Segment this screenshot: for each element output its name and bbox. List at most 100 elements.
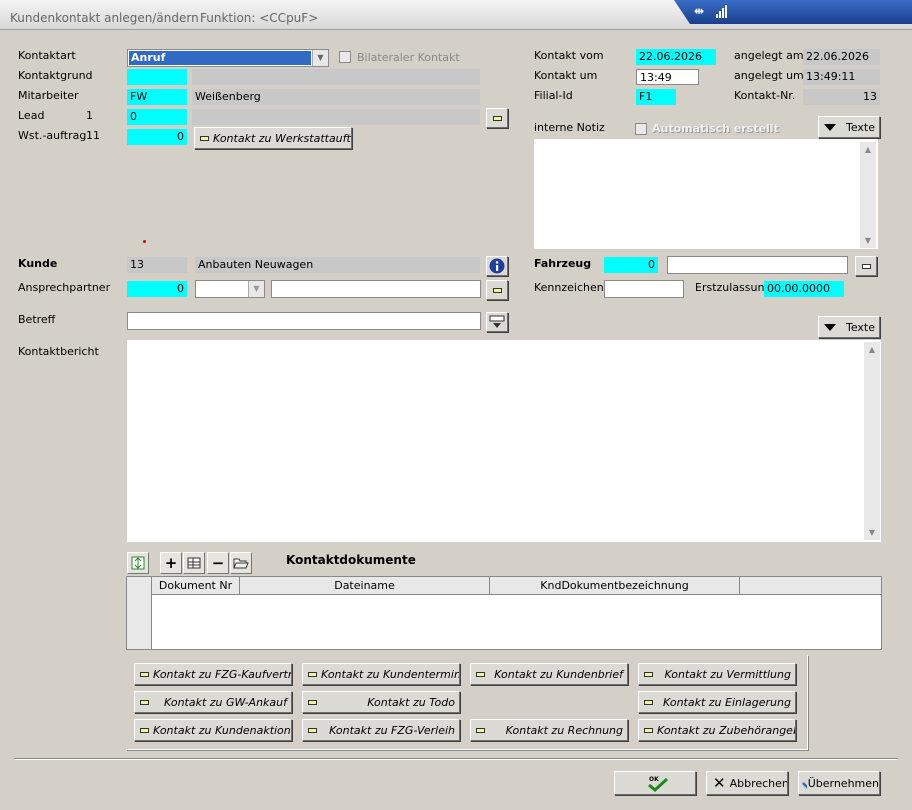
grid-icon [187, 557, 201, 569]
kunde-info-button[interactable] [486, 256, 508, 276]
remove-document-button[interactable]: − [207, 552, 229, 574]
minus-icon [140, 727, 149, 733]
ansprechpartner-label: Ansprechpartner [18, 281, 111, 294]
grid-row-indicator-column [127, 577, 152, 649]
uebernehmen-button[interactable]: Übernehmen [798, 771, 880, 795]
refresh-button[interactable] [127, 552, 149, 574]
kontakt-rechnung-button[interactable]: Kontakt zu Rechnung [470, 719, 628, 741]
bericht-texte-button[interactable]: Texte [818, 316, 880, 338]
interne-notiz-textarea[interactable] [534, 139, 878, 249]
minus-icon [308, 727, 317, 733]
kontaktbericht-textarea[interactable] [127, 340, 881, 542]
angelegt-am-label: angelegt am [734, 49, 804, 62]
kontaktgrund-code-input[interactable] [127, 69, 187, 85]
fahrzeug-input[interactable]: 0 [604, 257, 658, 273]
bilateral-label: Bilateraler Kontakt [357, 51, 460, 64]
bericht-texte-label: Texte [846, 320, 876, 334]
kontaktart-value: Anruf [129, 51, 311, 65]
scroll-up-icon[interactable]: ▲ [865, 145, 871, 154]
notiz-texte-button[interactable]: Texte [818, 116, 880, 138]
automatisch-checkbox[interactable] [635, 123, 647, 135]
scroll-down-icon[interactable]: ▼ [869, 528, 875, 537]
kontakt-kundenbrief-button[interactable]: Kontakt zu Kundenbrief [470, 663, 628, 685]
kontakt-zubehoerangebot-button[interactable]: Kontakt zu Zubehörangebot [638, 719, 796, 741]
betreff-dropdown-button[interactable] [486, 312, 508, 332]
wst-input[interactable]: 0 [127, 129, 187, 145]
notiz-scrollbar[interactable]: ▲ ▼ [860, 142, 876, 248]
filial-label: Filial-Id [534, 89, 573, 102]
filial-input[interactable]: F1 [636, 89, 676, 105]
ansprechpartner-select[interactable]: ▼ [195, 280, 265, 298]
ansprechpartner-name-input[interactable] [271, 280, 481, 298]
ok-text: OK [649, 776, 659, 783]
kennzeichen-label: Kennzeichen [534, 281, 604, 294]
scroll-up-icon[interactable]: ▲ [869, 345, 875, 354]
minus-icon [644, 671, 653, 677]
kontakt-gw-ankauf-button[interactable]: Kontakt zu GW-Ankauf [134, 691, 292, 713]
kontakt-vom-input[interactable]: 22.06.2026 [636, 49, 716, 65]
kontakt-einlagerung-button[interactable]: Kontakt zu Einlagerung [638, 691, 796, 713]
betreff-input[interactable] [127, 312, 481, 330]
wst-label: Wst.-auftrag [18, 129, 87, 142]
plus-icon: + [164, 554, 178, 572]
lead-input[interactable]: 0 [127, 109, 187, 125]
kontakt-vom-label: Kontakt vom [534, 49, 604, 62]
column-header-dateiname[interactable]: Dateiname [240, 577, 490, 595]
column-header-dokument-nr[interactable]: Dokument Nr [152, 577, 240, 595]
kontaktgrund-text-field [192, 69, 480, 85]
signal-icon [716, 5, 730, 18]
abbrechen-button[interactable]: ✕ Abbrechen [706, 771, 788, 795]
add-document-button[interactable]: + [160, 552, 182, 574]
kontakt-fzg-verleih-button[interactable]: Kontakt zu FZG-Verleih [302, 719, 460, 741]
minus-icon [476, 671, 485, 677]
bilateral-checkbox[interactable] [339, 51, 351, 63]
list-dropdown-icon [489, 315, 505, 328]
kontakt-vermittlung-button[interactable]: Kontakt zu Vermittlung [638, 663, 796, 685]
minus-icon [644, 699, 653, 705]
kontaktart-label: Kontaktart [18, 49, 76, 62]
kennzeichen-input[interactable] [604, 280, 684, 298]
angelegt-am-field: 22.06.2026 [803, 49, 880, 65]
fahrzeug-text-input[interactable] [667, 256, 848, 274]
scroll-down-icon[interactable]: ▼ [865, 236, 871, 245]
chevron-down-icon[interactable]: ▼ [248, 281, 264, 297]
minus-icon [861, 263, 871, 269]
kontakt-zu-werkstattauftrag-button[interactable]: Kontakt zu Werkstattauftrag [194, 127, 352, 149]
kontaktdokumente-title: Kontaktdokumente [286, 553, 416, 567]
minus-icon [492, 115, 502, 121]
bericht-scrollbar[interactable]: ▲ ▼ [864, 342, 880, 540]
kontakt-fzg-kaufvertrag-button[interactable]: Kontakt zu FZG-Kaufvertrag [134, 663, 292, 685]
wst-button-label: Kontakt zu Werkstattauftrag [213, 131, 351, 145]
kontakt-um-input[interactable]: 13:49 [636, 69, 699, 85]
kontaktart-select[interactable]: Anruf ▼ [127, 49, 329, 67]
chevron-down-icon[interactable]: ▼ [312, 50, 328, 66]
erstzulassung-label: Erstzulassung [695, 281, 772, 294]
kontakt-kundentermin-button[interactable]: Kontakt zu Kundentermin [302, 663, 460, 685]
wst-count: 11 [86, 129, 100, 142]
erstzulassung-input[interactable]: 00.00.0000 [764, 281, 844, 297]
fahrzeug-remove-button[interactable] [855, 256, 877, 276]
kontakt-todo-button[interactable]: Kontakt zu Todo [302, 691, 460, 713]
ok-button[interactable]: OK [614, 771, 696, 795]
mitarbeiter-label: Mitarbeiter [18, 89, 79, 102]
minus-icon [140, 671, 149, 677]
lead-remove-button[interactable] [486, 108, 508, 128]
close-icon: ✕ [713, 774, 726, 792]
column-header-filler [740, 577, 881, 595]
ansprech-remove-button[interactable] [486, 280, 508, 300]
info-icon [489, 258, 505, 274]
abbrechen-label: Abbrechen [729, 776, 788, 790]
mitarbeiter-code-input[interactable]: FW [127, 89, 187, 105]
column-header-knddokumentbezeichnung[interactable]: KndDokumentbezeichnung [490, 577, 740, 595]
betreff-label: Betreff [18, 313, 56, 326]
angelegt-um-field: 13:49:11 [803, 69, 880, 85]
kontakt-kundenaktion-button[interactable]: Kontakt zu Kundenaktion [134, 719, 292, 741]
open-folder-button[interactable] [230, 552, 252, 574]
folder-open-icon [233, 558, 249, 569]
minus-icon [476, 727, 485, 733]
ansprechpartner-input[interactable]: 0 [127, 281, 187, 297]
dropdown-arrow-icon [824, 323, 836, 331]
minus-icon [644, 727, 653, 733]
grid-document-button[interactable] [183, 552, 205, 574]
kontakt-nr-label: Kontakt-Nr. [734, 89, 796, 102]
